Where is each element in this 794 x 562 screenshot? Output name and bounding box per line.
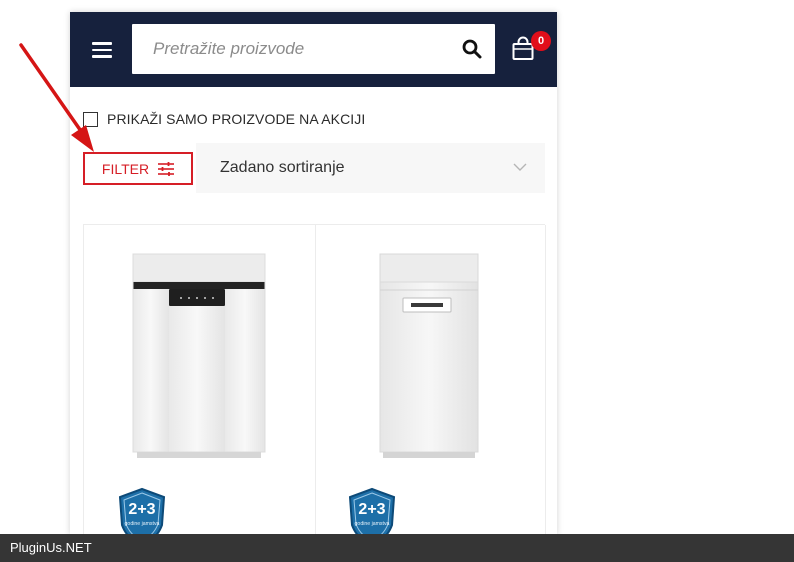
promo-only-checkbox[interactable] (83, 111, 98, 127)
hamburger-menu-icon[interactable] (92, 42, 112, 58)
footer-bar: PluginUs.NET (0, 534, 794, 562)
sort-selected-value: Zadano sortiranje (220, 159, 345, 176)
chevron-down-icon (513, 163, 527, 171)
product-grid: 2+3 godine jamstva 2+3 godine jamstva (83, 224, 546, 535)
search-icon[interactable] (461, 38, 483, 60)
search-bar (132, 24, 495, 74)
warranty-badge-2-plus-3: 2+3 godine jamstva (118, 487, 166, 535)
sort-select[interactable]: Zadano sortiranje (196, 143, 545, 193)
filter-button[interactable]: FILTER (83, 152, 193, 185)
filter-button-label: FILTER (101, 160, 150, 177)
site-header: 0 (70, 12, 557, 87)
warranty-badge-sub: godine jamstva (355, 521, 390, 527)
promo-only-label: PRIKAŽI SAMO PROIZVODE NA AKCIJI (107, 111, 366, 127)
warranty-badge-main: 2+3 (358, 501, 385, 518)
footer-bar-text: PluginUs.NET (10, 540, 92, 555)
product-image[interactable] (131, 252, 267, 460)
sliders-icon (158, 161, 175, 176)
cart-count-badge: 0 (531, 31, 551, 51)
product-card[interactable]: 2+3 godine jamstva (83, 225, 316, 535)
warranty-badge-main: 2+3 (128, 501, 155, 518)
product-card[interactable]: 2+3 godine jamstva (314, 225, 546, 535)
warranty-badge-2-plus-3: 2+3 godine jamstva (348, 487, 396, 535)
promo-only-toggle[interactable]: PRIKAŽI SAMO PROIZVODE NA AKCIJI (83, 110, 365, 128)
mobile-shop-panel: 0 PRIKAŽI SAMO PROIZVODE NA AKCIJI FILTE… (70, 12, 557, 535)
product-image[interactable] (377, 252, 481, 460)
warranty-badge-sub: godine jamstva (125, 521, 160, 527)
search-input[interactable] (132, 24, 447, 74)
